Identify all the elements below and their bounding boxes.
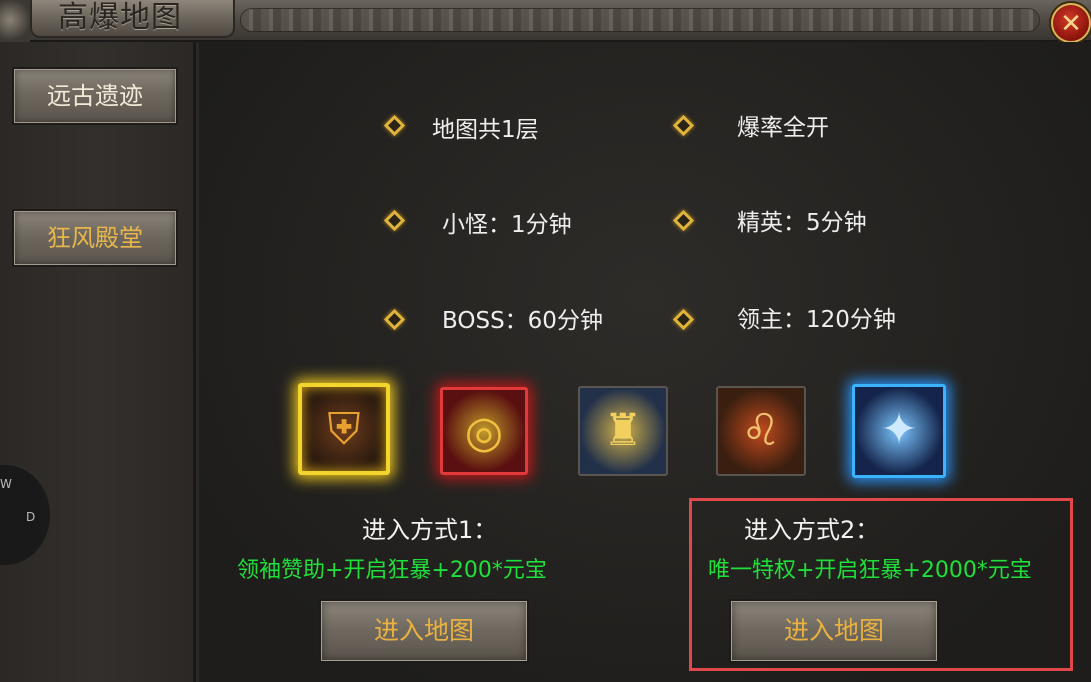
title-bar-ornament xyxy=(240,8,1040,32)
sidebar: 远古遗迹 狂风殿堂 xyxy=(0,42,196,682)
window-title: 高爆地图 xyxy=(58,0,182,35)
info-elite-respawn: 精英：5分钟 xyxy=(737,210,867,236)
info-drop-rate: 爆率全开 xyxy=(737,115,829,141)
golden-shield-icon[interactable]: ⛨ xyxy=(298,383,390,475)
sidebar-item-storm-hall[interactable]: 狂风殿堂 xyxy=(12,209,178,267)
method-1-title: 进入方式1： xyxy=(362,516,498,544)
sidebar-item-ancient-ruins[interactable]: 远古遗迹 xyxy=(12,67,178,125)
info-minion-respawn: 小怪：1分钟 xyxy=(442,212,572,238)
close-x-icon: ✕ xyxy=(1060,9,1082,39)
enter-map-button-1[interactable]: 进入地图 xyxy=(319,599,529,663)
compass-d-label: D xyxy=(26,510,36,524)
blue-wings-icon[interactable]: ✦ xyxy=(852,384,946,478)
close-button[interactable]: ✕ xyxy=(1051,3,1091,43)
corner-ornament xyxy=(0,0,30,42)
golden-armor-icon[interactable]: ♜ xyxy=(578,386,668,476)
red-ring-icon[interactable]: ◎ xyxy=(440,387,528,475)
info-lord-respawn: 领主：120分钟 xyxy=(737,307,896,333)
info-floors: 地图共1层 xyxy=(432,117,539,143)
method-1-desc: 领袖赞助+开启狂暴+200*元宝 xyxy=(237,558,547,583)
compass-w-label: W xyxy=(0,477,12,491)
lion-head-icon[interactable]: ♌ xyxy=(716,386,806,476)
game-window: 高爆地图 ✕ 远古遗迹 狂风殿堂 W D 地图共1层 爆率全开 小怪：1分钟 精… xyxy=(0,0,1091,682)
highlight-box xyxy=(689,498,1073,671)
info-boss-respawn: BOSS：60分钟 xyxy=(442,308,603,334)
